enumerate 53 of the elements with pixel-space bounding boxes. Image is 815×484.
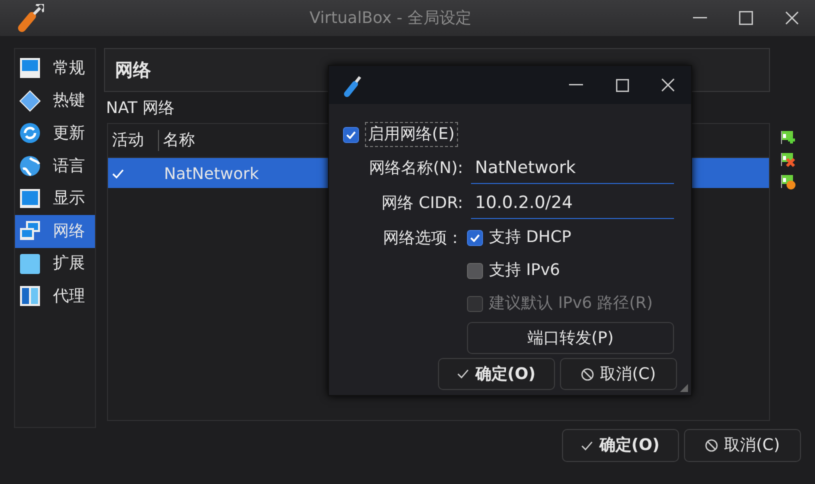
- no-entry-icon: [705, 439, 718, 452]
- check-icon: [470, 234, 480, 242]
- check-icon: [457, 369, 470, 379]
- maximize-icon[interactable]: [739, 11, 753, 25]
- sidebar-item[interactable]: 显示: [15, 182, 95, 215]
- maximize-icon[interactable]: [616, 78, 628, 92]
- add-network-icon[interactable]: [780, 130, 796, 146]
- minimize-icon[interactable]: [693, 17, 707, 19]
- options-label: 网络选项：: [382, 227, 464, 249]
- checkbox[interactable]: [343, 126, 359, 142]
- cancel-button[interactable]: 取消(C): [684, 429, 801, 462]
- sidebar-item[interactable]: 热键: [15, 84, 95, 118]
- check-icon: [581, 440, 594, 450]
- minimize-icon[interactable]: [569, 84, 583, 86]
- window-title: VirtualBox - 全局设定: [308, 8, 472, 28]
- checkbox[interactable]: [467, 262, 483, 278]
- ok-button[interactable]: 确定(O): [562, 429, 679, 462]
- network-icon: [19, 220, 41, 242]
- ok-button[interactable]: 确定(O): [438, 358, 555, 390]
- sidebar-item[interactable]: 更新: [15, 117, 95, 150]
- remove-network-icon[interactable]: [780, 152, 796, 168]
- resize-grip-icon: [680, 384, 688, 392]
- globe-icon: [19, 155, 41, 178]
- no-entry-icon: [581, 368, 594, 380]
- refresh-icon: [19, 122, 41, 144]
- monitor-icon: [19, 57, 41, 80]
- column-header[interactable]: 名称: [159, 130, 195, 151]
- input-field[interactable]: 10.0.2.0/24: [471, 188, 674, 218]
- close-icon[interactable]: [661, 78, 675, 92]
- app-logo-icon: [18, 4, 44, 32]
- checkbox[interactable]: [467, 230, 483, 246]
- check-icon: [346, 130, 356, 138]
- column-header[interactable]: 活动: [108, 130, 159, 151]
- port-forwarding-button[interactable]: 端口转发(P): [467, 322, 674, 354]
- cancel-button[interactable]: 取消(C): [560, 358, 677, 390]
- input-field[interactable]: NatNetwork: [471, 154, 674, 184]
- sidebar-item[interactable]: 代理: [15, 280, 95, 313]
- sidebar-item[interactable]: 扩展: [15, 248, 95, 280]
- field-label: 网络 CIDR:: [380, 193, 464, 214]
- checkbox-label[interactable]: 支持 DHCP: [489, 227, 572, 248]
- extension-icon: [19, 252, 41, 275]
- close-icon[interactable]: [785, 11, 799, 25]
- sidebar-item[interactable]: 常规: [15, 52, 95, 85]
- section-label: NAT 网络: [106, 98, 176, 119]
- sidebar-item[interactable]: 语言: [15, 150, 95, 182]
- network-settings-icon[interactable]: [780, 174, 796, 190]
- field-label: 网络名称(N):: [368, 158, 464, 179]
- display-icon: [19, 188, 41, 210]
- checkbox-label[interactable]: 支持 IPv6: [489, 260, 560, 281]
- proxy-icon: [19, 285, 41, 308]
- checkbox-label[interactable]: 启用网络(E): [365, 122, 458, 147]
- sidebar-item[interactable]: 网络: [15, 214, 95, 248]
- table-cell-text: NatNetwork: [163, 164, 259, 182]
